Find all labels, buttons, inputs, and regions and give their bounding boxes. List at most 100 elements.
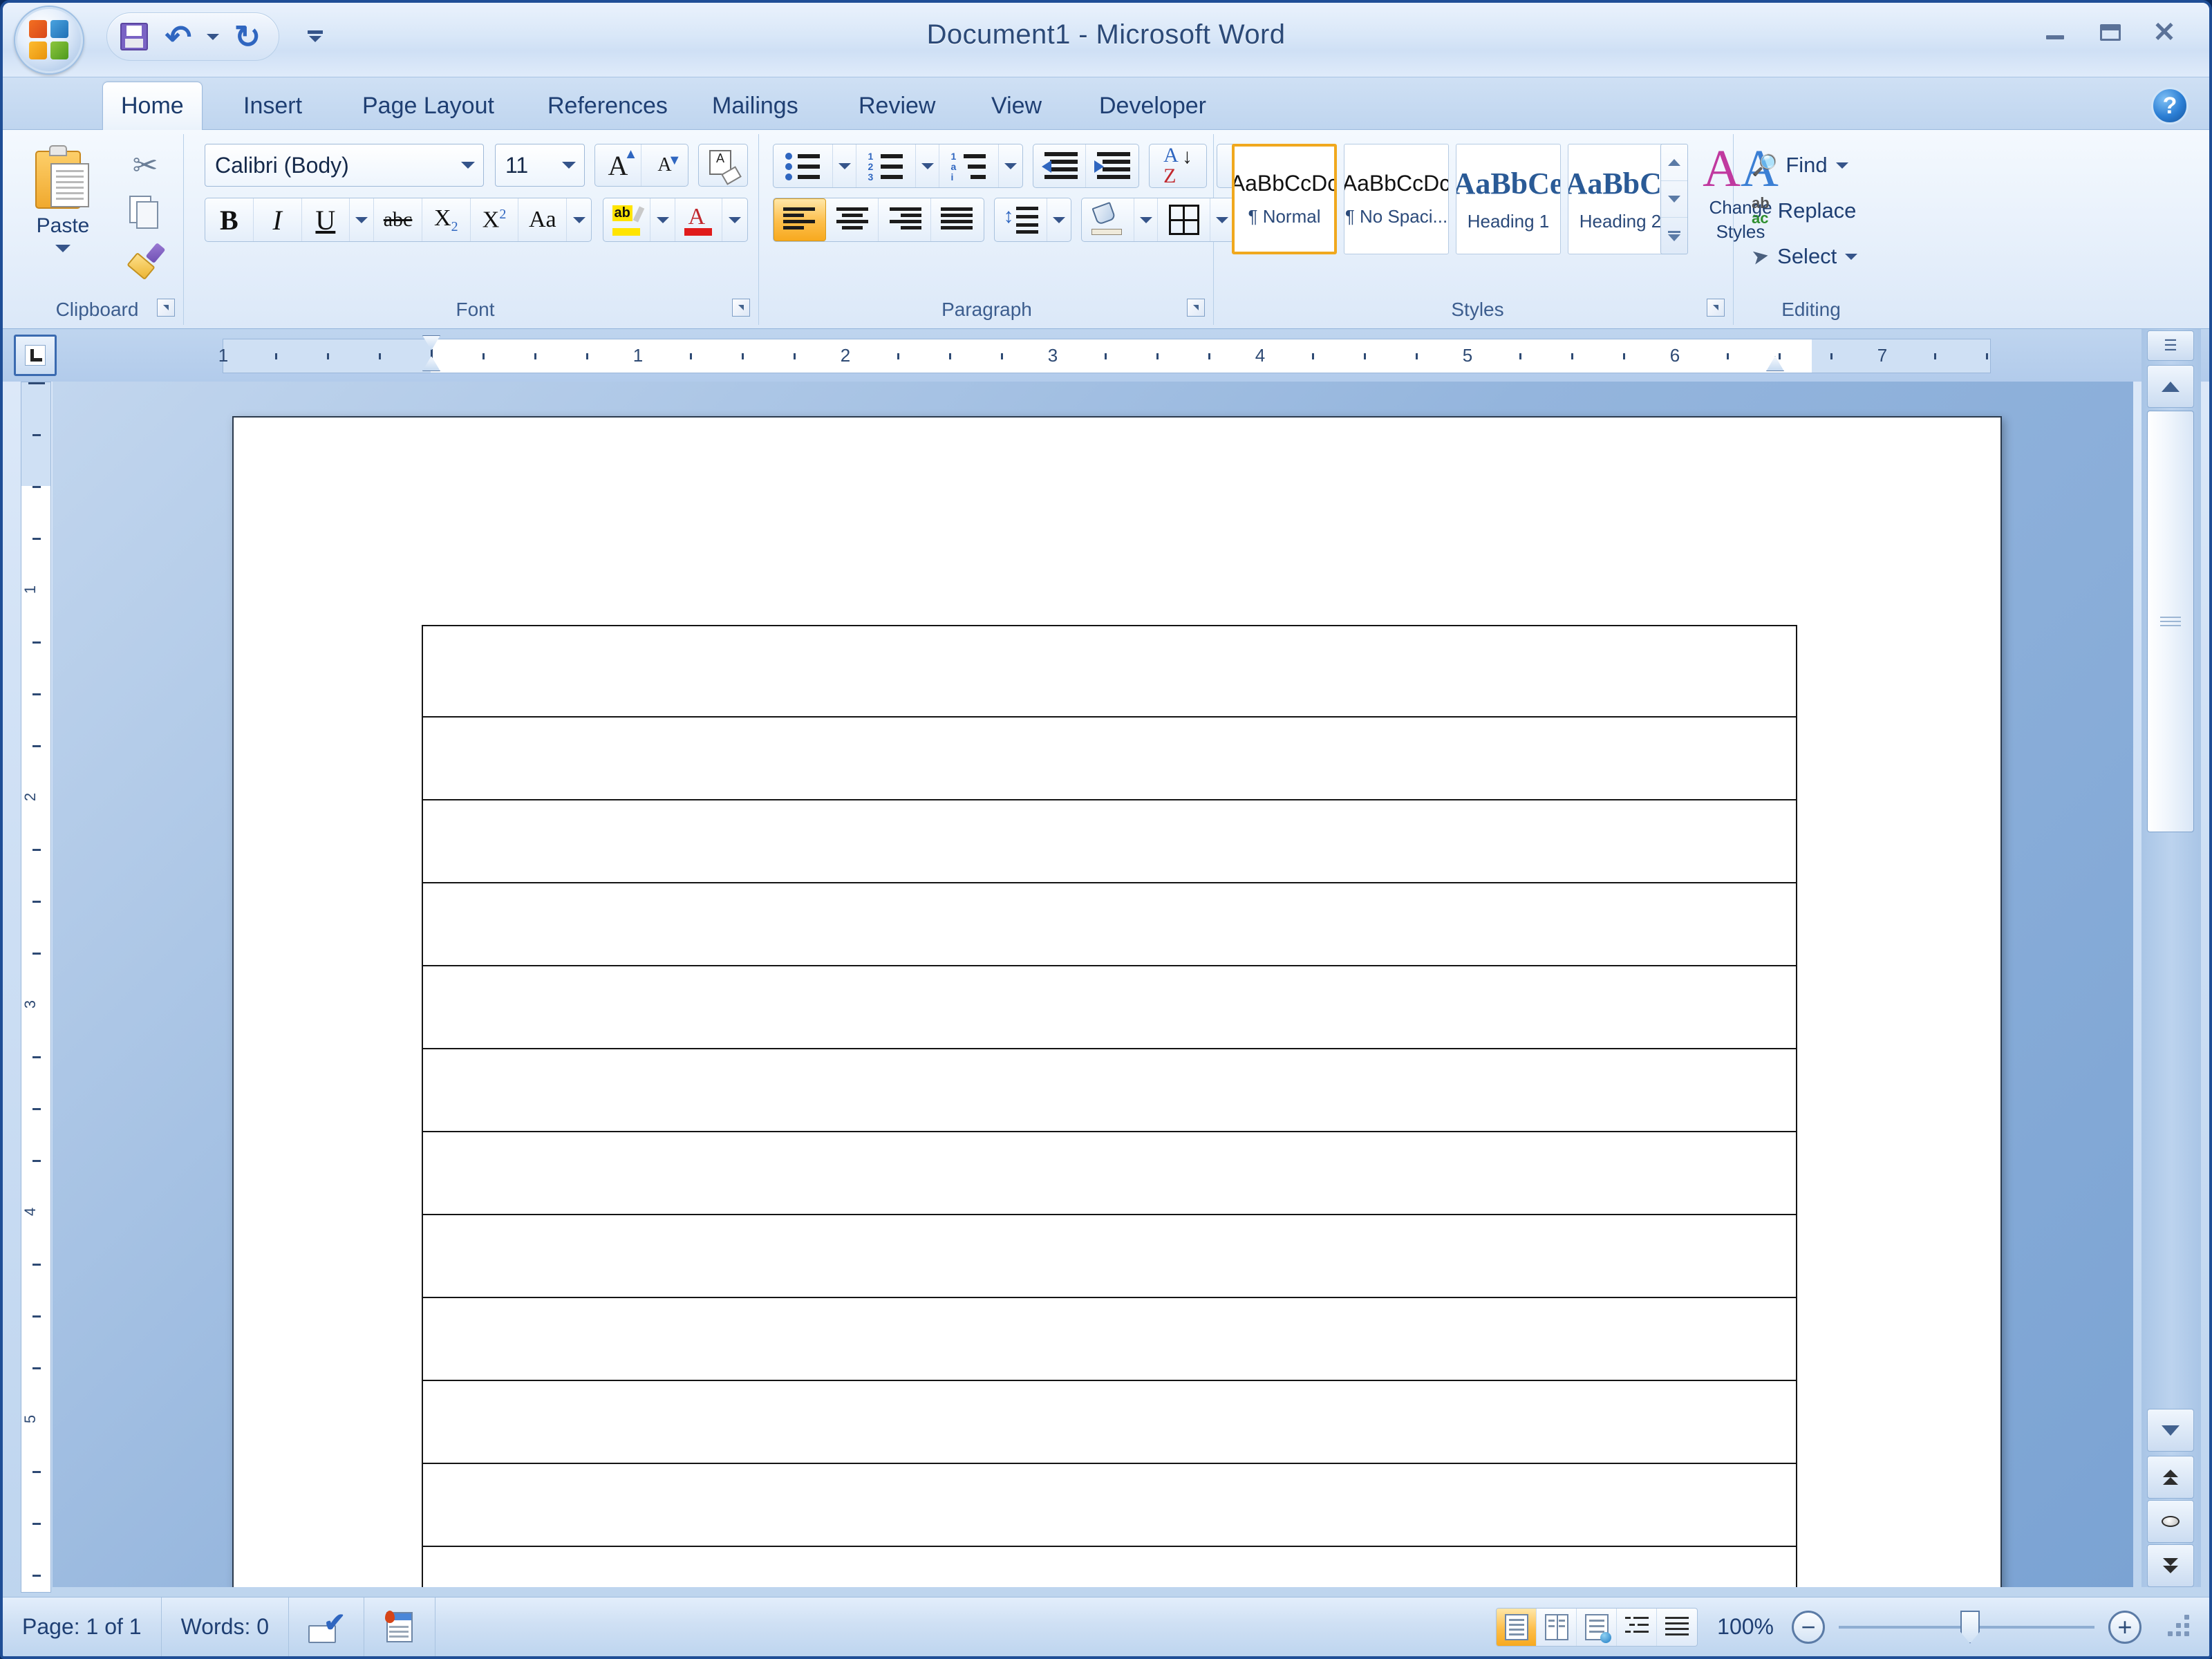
window-resize-grip[interactable] (2159, 1608, 2198, 1647)
status-page-indicator[interactable]: Page: 1 of 1 (3, 1597, 162, 1656)
subscript-button[interactable]: X2 (422, 198, 471, 241)
align-left-button[interactable] (774, 198, 826, 241)
copy-button[interactable] (120, 191, 170, 234)
paragraph-dialog-launcher[interactable] (1187, 299, 1205, 317)
table-cell[interactable] (422, 1048, 1797, 1132)
change-case-button[interactable]: Aa (518, 198, 568, 241)
table-cell[interactable] (422, 625, 1797, 718)
superscript-button[interactable]: X2 (471, 198, 519, 241)
table-cell[interactable] (422, 716, 1797, 800)
table-row[interactable] (422, 625, 1797, 718)
shading-button[interactable] (1082, 198, 1134, 241)
cut-button[interactable]: ✂ (120, 144, 170, 187)
paste-button[interactable]: Paste (22, 141, 104, 279)
styles-dialog-launcher[interactable] (1707, 299, 1725, 317)
clear-formatting-button[interactable]: A (699, 144, 747, 186)
view-print-layout-button[interactable] (1497, 1608, 1537, 1646)
status-proofing[interactable]: ✔ (289, 1597, 365, 1656)
tab-view[interactable]: View (973, 82, 1060, 130)
split-window-button[interactable]: ☰ (2147, 330, 2194, 361)
clipboard-dialog-launcher[interactable] (157, 299, 175, 317)
text-highlight-dropdown-button[interactable] (650, 198, 675, 241)
maximize-button[interactable] (2089, 17, 2132, 48)
table-row[interactable] (422, 882, 1797, 966)
font-color-dropdown-button[interactable] (722, 198, 747, 241)
view-full-screen-reading-button[interactable] (1537, 1608, 1577, 1646)
sort-button[interactable]: A Z ↓ (1150, 144, 1206, 187)
table-cell[interactable] (422, 799, 1797, 883)
justify-button[interactable] (931, 198, 984, 241)
table-row[interactable] (422, 799, 1797, 883)
format-painter-button[interactable] (120, 238, 170, 281)
styles-scroll-down-button[interactable] (1661, 181, 1687, 218)
previous-page-button[interactable] (2147, 1456, 2194, 1499)
tab-mailings[interactable]: Mailings (694, 82, 816, 130)
table-row[interactable] (422, 1463, 1797, 1547)
view-web-layout-button[interactable] (1577, 1608, 1618, 1646)
table-cell[interactable] (422, 1380, 1797, 1464)
bold-button[interactable]: B (205, 198, 254, 241)
line-spacing-dropdown-button[interactable] (1047, 198, 1071, 241)
select-button[interactable]: ➤ Select (1750, 235, 1876, 278)
style-tile-no-spacing[interactable]: AaBbCcDc ¶ No Spaci... (1344, 144, 1449, 254)
font-dialog-launcher[interactable] (732, 299, 750, 317)
minimize-button[interactable] (2034, 17, 2077, 48)
table-row[interactable] (422, 1131, 1797, 1215)
zoom-out-button[interactable]: − (1792, 1610, 1825, 1644)
align-right-button[interactable] (879, 198, 931, 241)
table-row[interactable] (422, 1380, 1797, 1464)
replace-button[interactable]: ab ac Replace (1752, 189, 1876, 232)
style-tile-heading-1[interactable]: AaBbCе Heading 1 (1456, 144, 1561, 254)
table-row[interactable] (422, 1297, 1797, 1381)
table-cell[interactable] (422, 1131, 1797, 1215)
table-cell[interactable] (422, 965, 1797, 1049)
table-cell[interactable] (422, 1297, 1797, 1381)
tab-insert[interactable]: Insert (225, 82, 320, 130)
tab-home[interactable]: Home (102, 82, 203, 130)
scrollbar-thumb[interactable] (2147, 411, 2194, 832)
underline-dropdown-button[interactable] (350, 198, 375, 241)
style-tile-normal[interactable]: AaBbCcDc ¶ Normal (1232, 144, 1337, 254)
increase-indent-button[interactable] (1086, 144, 1138, 187)
tab-developer[interactable]: Developer (1081, 82, 1224, 130)
bullets-button[interactable] (774, 144, 833, 187)
table-cell[interactable] (422, 1463, 1797, 1547)
styles-more-button[interactable] (1661, 218, 1687, 254)
change-case-dropdown-button[interactable] (567, 198, 591, 241)
numbering-button[interactable]: 1 2 3 (856, 144, 916, 187)
status-word-count[interactable]: Words: 0 (162, 1597, 290, 1656)
vertical-scrollbar[interactable]: ☰ (2141, 329, 2201, 1587)
line-spacing-button[interactable]: ↕ (995, 198, 1047, 241)
close-button[interactable]: ✕ (2143, 17, 2186, 48)
zoom-level-label[interactable]: 100% (1717, 1614, 1774, 1640)
font-name-input[interactable]: Calibri (Body) (205, 144, 484, 187)
table-row[interactable] (422, 1546, 1797, 1587)
text-highlight-button[interactable]: ab (603, 198, 650, 241)
multilevel-list-dropdown-button[interactable] (999, 144, 1022, 187)
status-language[interactable] (364, 1597, 436, 1656)
italic-button[interactable]: I (254, 198, 302, 241)
align-center-button[interactable] (826, 198, 879, 241)
borders-button[interactable] (1158, 198, 1210, 241)
scroll-down-button[interactable] (2147, 1409, 2194, 1452)
table-cell[interactable] (422, 1214, 1797, 1298)
tab-page-layout[interactable]: Page Layout (344, 82, 512, 130)
zoom-slider-thumb[interactable] (1960, 1610, 1980, 1644)
next-page-button[interactable] (2147, 1544, 2194, 1587)
select-browse-object-button[interactable] (2147, 1500, 2194, 1543)
font-color-button[interactable]: A (675, 198, 722, 241)
font-size-input[interactable]: 11 (495, 144, 585, 187)
table-cell[interactable] (422, 1546, 1797, 1587)
shading-dropdown-button[interactable] (1134, 198, 1158, 241)
styles-scroll-up-button[interactable] (1661, 144, 1687, 181)
help-button[interactable]: ? (2151, 87, 2188, 124)
horizontal-ruler[interactable]: 1 1 2 3 4 5 6 7 (218, 335, 1991, 373)
tab-references[interactable]: References (529, 82, 686, 130)
vertical-ruler[interactable]: 1 2 3 4 5 (21, 382, 51, 1593)
shrink-font-button[interactable]: A ▼ (641, 144, 688, 186)
table-row[interactable] (422, 1048, 1797, 1132)
scroll-up-button[interactable] (2147, 365, 2194, 408)
decrease-indent-button[interactable] (1033, 144, 1086, 187)
right-indent-marker[interactable] (1766, 356, 1784, 371)
zoom-in-button[interactable]: + (2108, 1610, 2141, 1644)
